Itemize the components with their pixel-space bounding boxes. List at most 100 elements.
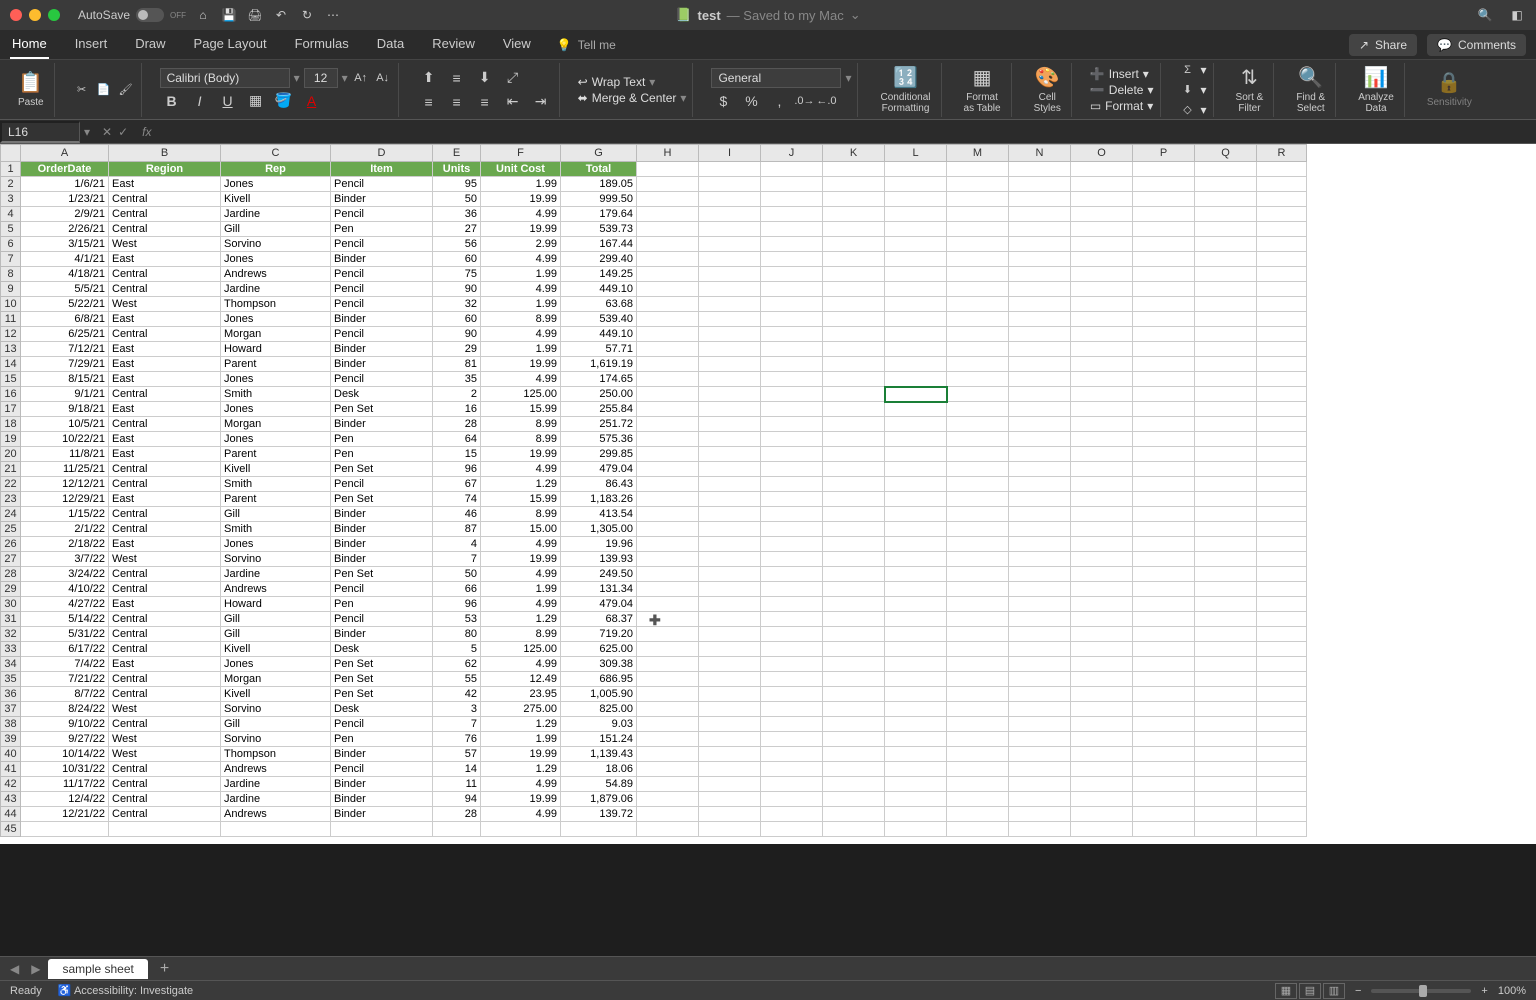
cell-B35[interactable]: Central xyxy=(109,672,221,687)
cell-G36[interactable]: 1,005.90 xyxy=(561,687,637,702)
cell-L5[interactable] xyxy=(885,222,947,237)
cell-G39[interactable]: 151.24 xyxy=(561,732,637,747)
cell-Q26[interactable] xyxy=(1195,537,1257,552)
cell-N26[interactable] xyxy=(1009,537,1071,552)
cell-P42[interactable] xyxy=(1133,777,1195,792)
cell-M29[interactable] xyxy=(947,582,1009,597)
cell-Q33[interactable] xyxy=(1195,642,1257,657)
cell-E14[interactable]: 81 xyxy=(433,357,481,372)
select-all-corner[interactable] xyxy=(1,145,21,162)
cell-M34[interactable] xyxy=(947,657,1009,672)
cell-O31[interactable] xyxy=(1071,612,1133,627)
cell-E21[interactable]: 96 xyxy=(433,462,481,477)
cell-L11[interactable] xyxy=(885,312,947,327)
cell-G12[interactable]: 449.10 xyxy=(561,327,637,342)
cell-D4[interactable]: Pencil xyxy=(331,207,433,222)
page-layout-view-button[interactable]: ▤ xyxy=(1299,983,1321,999)
cell-G10[interactable]: 63.68 xyxy=(561,297,637,312)
cell-P11[interactable] xyxy=(1133,312,1195,327)
cell-I33[interactable] xyxy=(699,642,761,657)
cell-P28[interactable] xyxy=(1133,567,1195,582)
cell-A28[interactable]: 3/24/22 xyxy=(21,567,109,582)
cell-M28[interactable] xyxy=(947,567,1009,582)
cell-H20[interactable] xyxy=(637,447,699,462)
cell-P14[interactable] xyxy=(1133,357,1195,372)
cell-O36[interactable] xyxy=(1071,687,1133,702)
cell-C30[interactable]: Howard xyxy=(221,597,331,612)
cell-O27[interactable] xyxy=(1071,552,1133,567)
namebox-dropdown-icon[interactable]: ▾ xyxy=(80,125,94,139)
name-box[interactable] xyxy=(0,121,80,143)
tab-page-layout[interactable]: Page Layout xyxy=(192,30,269,59)
cell-C45[interactable] xyxy=(221,822,331,837)
cell-J35[interactable] xyxy=(761,672,823,687)
zoom-slider[interactable] xyxy=(1371,989,1471,993)
cell-C23[interactable]: Parent xyxy=(221,492,331,507)
cell-A10[interactable]: 5/22/21 xyxy=(21,297,109,312)
cell-O8[interactable] xyxy=(1071,267,1133,282)
cell-P1[interactable] xyxy=(1133,162,1195,177)
cell-D34[interactable]: Pen Set xyxy=(331,657,433,672)
cell-H38[interactable] xyxy=(637,717,699,732)
cell-H26[interactable] xyxy=(637,537,699,552)
row-header-28[interactable]: 28 xyxy=(1,567,21,582)
cell-M8[interactable] xyxy=(947,267,1009,282)
cell-F17[interactable]: 15.99 xyxy=(481,402,561,417)
cell-H41[interactable] xyxy=(637,762,699,777)
cell-R20[interactable] xyxy=(1257,447,1307,462)
cell-I34[interactable] xyxy=(699,657,761,672)
cell-F37[interactable]: 275.00 xyxy=(481,702,561,717)
cell-P6[interactable] xyxy=(1133,237,1195,252)
cell-F23[interactable]: 15.99 xyxy=(481,492,561,507)
cell-A35[interactable]: 7/21/22 xyxy=(21,672,109,687)
cell-A15[interactable]: 8/15/21 xyxy=(21,372,109,387)
cell-I37[interactable] xyxy=(699,702,761,717)
cell-M35[interactable] xyxy=(947,672,1009,687)
row-header-30[interactable]: 30 xyxy=(1,597,21,612)
cell-I42[interactable] xyxy=(699,777,761,792)
cell-C32[interactable]: Gill xyxy=(221,627,331,642)
cell-I36[interactable] xyxy=(699,687,761,702)
cell-C38[interactable]: Gill xyxy=(221,717,331,732)
cell-K25[interactable] xyxy=(823,522,885,537)
cell-G35[interactable]: 686.95 xyxy=(561,672,637,687)
insert-cells-button[interactable]: ➕ Insert ▾ xyxy=(1090,67,1149,81)
cell-J43[interactable] xyxy=(761,792,823,807)
cell-J22[interactable] xyxy=(761,477,823,492)
cell-C8[interactable]: Andrews xyxy=(221,267,331,282)
cell-R9[interactable] xyxy=(1257,282,1307,297)
row-header-43[interactable]: 43 xyxy=(1,792,21,807)
cell-R32[interactable] xyxy=(1257,627,1307,642)
cell-J27[interactable] xyxy=(761,552,823,567)
cell-C37[interactable]: Sorvino xyxy=(221,702,331,717)
cell-D26[interactable]: Binder xyxy=(331,537,433,552)
cell-P36[interactable] xyxy=(1133,687,1195,702)
cell-C7[interactable]: Jones xyxy=(221,252,331,267)
fill-icon[interactable]: ⬇ xyxy=(1179,81,1197,99)
cell-P27[interactable] xyxy=(1133,552,1195,567)
cell-B45[interactable] xyxy=(109,822,221,837)
cell-L8[interactable] xyxy=(885,267,947,282)
cell-K44[interactable] xyxy=(823,807,885,822)
cell-K1[interactable] xyxy=(823,162,885,177)
cell-H6[interactable] xyxy=(637,237,699,252)
cell-N2[interactable] xyxy=(1009,177,1071,192)
cell-K17[interactable] xyxy=(823,402,885,417)
home-icon[interactable]: ⌂ xyxy=(194,6,212,24)
cell-J2[interactable] xyxy=(761,177,823,192)
cell-K40[interactable] xyxy=(823,747,885,762)
cell-A36[interactable]: 8/7/22 xyxy=(21,687,109,702)
col-header-R[interactable]: R xyxy=(1257,145,1307,162)
cell-F5[interactable]: 19.99 xyxy=(481,222,561,237)
cell-O13[interactable] xyxy=(1071,342,1133,357)
cell-N31[interactable] xyxy=(1009,612,1071,627)
row-header-15[interactable]: 15 xyxy=(1,372,21,387)
cell-G42[interactable]: 54.89 xyxy=(561,777,637,792)
cell-J18[interactable] xyxy=(761,417,823,432)
cell-J9[interactable] xyxy=(761,282,823,297)
cell-K41[interactable] xyxy=(823,762,885,777)
cell-N25[interactable] xyxy=(1009,522,1071,537)
cell-M36[interactable] xyxy=(947,687,1009,702)
cell-J16[interactable] xyxy=(761,387,823,402)
redo-icon[interactable]: ↻ xyxy=(298,6,316,24)
